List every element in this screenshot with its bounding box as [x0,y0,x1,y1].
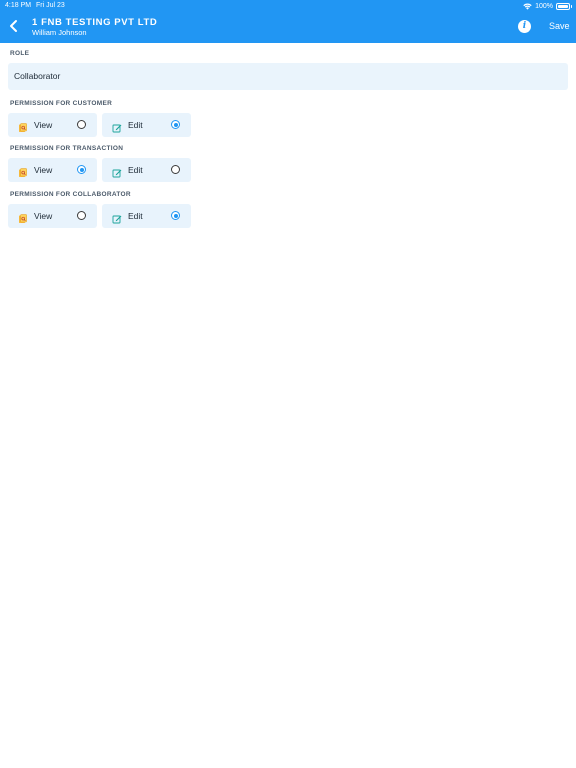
status-time: 4:18 PM [5,2,32,9]
view-document-icon [18,120,28,132]
edit-icon [112,165,122,178]
edit-permission-option[interactable]: Edit [102,113,191,137]
view-permission-option[interactable]: View [8,113,97,137]
view-option-label: View [34,120,53,130]
view-permission-option[interactable]: View [8,204,97,228]
edit-option-label: Edit [128,120,143,130]
save-button[interactable]: Save [549,21,570,31]
wifi-icon [523,3,532,10]
view-option-label: View [34,211,53,221]
edit-option-label: Edit [128,165,143,175]
status-indicators: 100% [523,1,572,11]
back-button[interactable] [7,18,21,34]
permission-section-label: PERMISSION FOR TRANSACTION [10,145,124,152]
edit-permission-option[interactable]: Edit [102,158,191,182]
view-radio-button[interactable] [77,165,86,174]
role-label: ROLE [10,50,30,57]
edit-radio-button[interactable] [171,211,180,220]
view-document-icon [18,165,28,177]
edit-permission-option[interactable]: Edit [102,204,191,228]
view-document-icon [18,211,28,223]
info-icon[interactable]: i [518,20,531,33]
edit-icon [112,120,122,133]
page-title: 1 FNB TESTING PVT LTD [32,17,158,28]
edit-option-label: Edit [128,211,143,221]
battery-icon [556,2,572,10]
app-header: 4:18 PM Fri Jul 23 100% 1 FNB TESTING PV… [0,0,576,43]
view-radio-button[interactable] [77,120,86,129]
edit-radio-button[interactable] [171,165,180,174]
edit-icon [112,211,122,224]
permission-section-label: PERMISSION FOR COLLABORATOR [10,191,131,198]
view-option-label: View [34,165,53,175]
view-permission-option[interactable]: View [8,158,97,182]
view-radio-button[interactable] [77,211,86,220]
role-field[interactable]: Collaborator [8,63,568,90]
battery-percent: 100% [535,2,553,10]
status-date: Fri Jul 23 [36,2,65,9]
edit-radio-button[interactable] [171,120,180,129]
permission-section-label: PERMISSION FOR CUSTOMER [10,100,113,107]
chevron-left-icon [10,20,17,32]
page-subtitle: William Johnson [32,28,87,37]
